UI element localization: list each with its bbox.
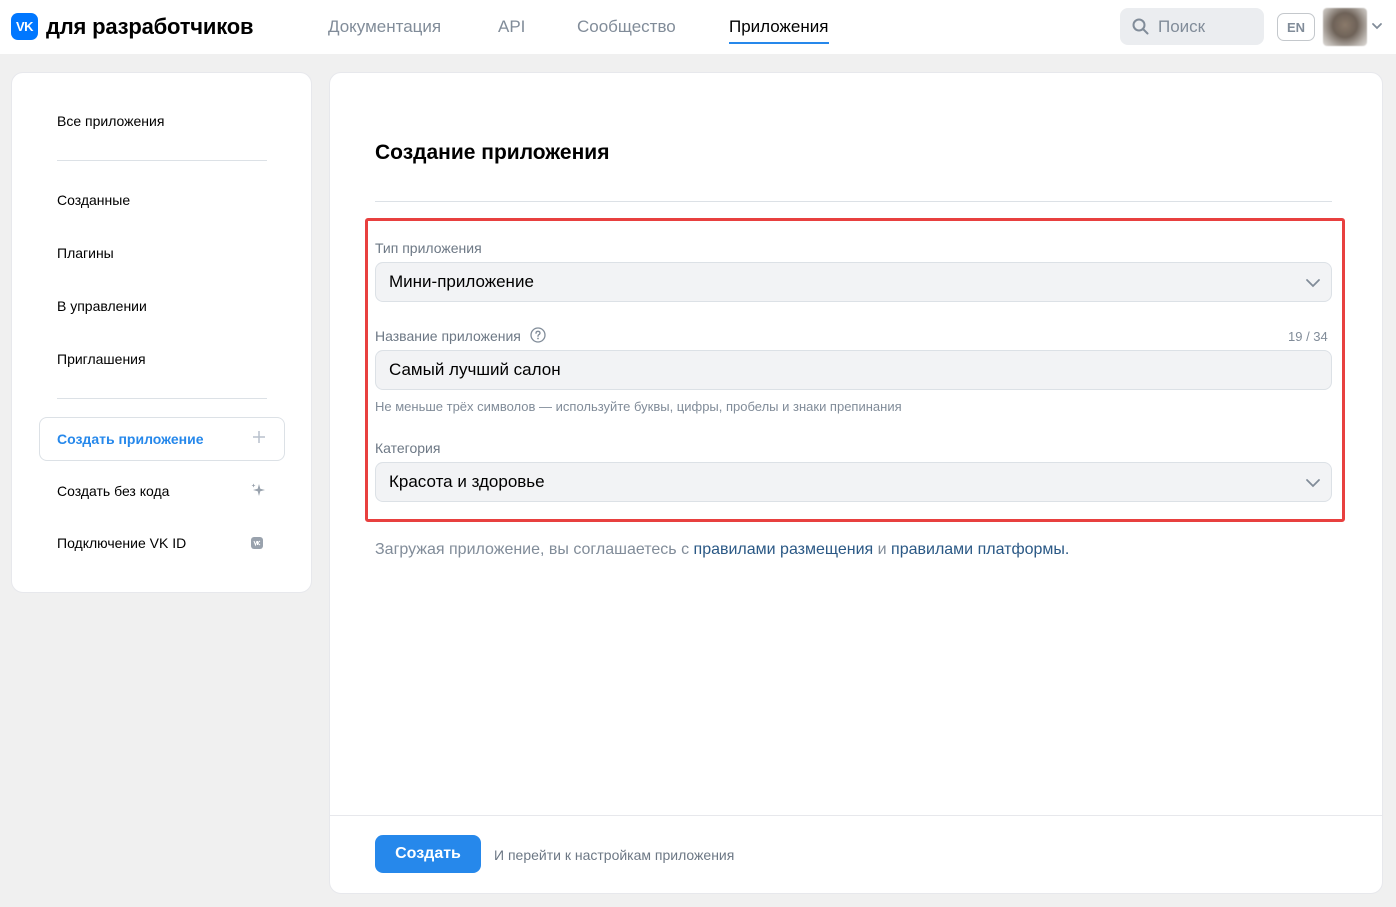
top-header: VK для разработчиков Документация API Со… (0, 0, 1396, 54)
app-type-label: Тип приложения (375, 240, 482, 256)
vk-logo-icon: VK (11, 13, 38, 40)
sidebar-item-vk-id[interactable]: Подключение VK ID (57, 535, 186, 551)
create-button[interactable]: Создать (375, 835, 481, 873)
category-select[interactable]: Красота и здоровье (375, 462, 1332, 502)
terms-suffix: . (1064, 541, 1070, 558)
sidebar-divider (57, 160, 267, 161)
nav-community[interactable]: Сообщество (577, 17, 676, 37)
title-divider (375, 201, 1332, 202)
sidebar-item-all-apps[interactable]: Все приложения (57, 113, 164, 129)
logo[interactable]: VK для разработчиков (11, 13, 253, 40)
app-name-input[interactable]: Самый лучший салон (375, 350, 1332, 390)
nav-documentation[interactable]: Документация (328, 17, 441, 37)
app-type-value: Мини-приложение (389, 272, 534, 291)
sidebar-item-label: Создать приложение (57, 431, 204, 447)
help-icon[interactable] (530, 327, 546, 343)
sidebar-item-invitations[interactable]: Приглашения (57, 351, 146, 367)
vk-id-icon (251, 537, 263, 549)
page-title: Создание приложения (375, 141, 610, 164)
nav-api[interactable]: API (498, 17, 525, 37)
search-icon (1132, 18, 1149, 35)
nav-apps[interactable]: Приложения (729, 17, 828, 37)
sparkle-icon (251, 483, 265, 496)
plus-icon (253, 431, 265, 443)
logo-text: для разработчиков (46, 13, 254, 39)
chevron-down-icon (1306, 279, 1320, 288)
app-type-select[interactable]: Мини-приложение (375, 262, 1332, 302)
terms-text: Загружая приложение, вы соглашаетесь с п… (375, 541, 1069, 559)
footer-divider (330, 815, 1382, 816)
terms-prefix: Загружая приложение, вы соглашаетесь с (375, 541, 694, 558)
chevron-down-icon (1306, 479, 1320, 488)
language-switch[interactable]: EN (1277, 13, 1315, 41)
search-input[interactable]: Поиск (1120, 8, 1264, 45)
sidebar-item-managed[interactable]: В управлении (57, 298, 147, 314)
category-label: Категория (375, 440, 441, 456)
placement-rules-link[interactable]: правилами размещения (694, 541, 874, 558)
app-name-value: Самый лучший салон (389, 360, 561, 379)
app-name-hint: Не меньше трёх символов — используйте бу… (375, 399, 902, 414)
sidebar-item-create-app[interactable]: Создать приложение (39, 417, 285, 461)
main-panel: Создание приложения Тип приложения Мини-… (329, 72, 1383, 894)
sidebar-item-created[interactable]: Созданные (57, 192, 130, 208)
sidebar: Все приложения Созданные Плагины В управ… (11, 72, 312, 593)
platform-rules-link[interactable]: правилами платформы (891, 541, 1065, 558)
sidebar-item-plugins[interactable]: Плагины (57, 245, 114, 261)
search-placeholder: Поиск (1158, 16, 1206, 36)
chevron-down-icon[interactable] (1371, 20, 1383, 32)
sidebar-divider (57, 398, 267, 399)
app-name-label: Название приложения (375, 328, 521, 344)
footer-note: И перейти к настройкам приложения (494, 847, 735, 863)
sidebar-item-create-no-code[interactable]: Создать без кода (57, 483, 169, 499)
category-value: Красота и здоровье (389, 472, 545, 491)
nav-active-indicator (729, 42, 829, 44)
char-counter: 19 / 34 (1288, 329, 1328, 344)
terms-mid: и (873, 541, 892, 558)
avatar[interactable] (1323, 8, 1367, 46)
